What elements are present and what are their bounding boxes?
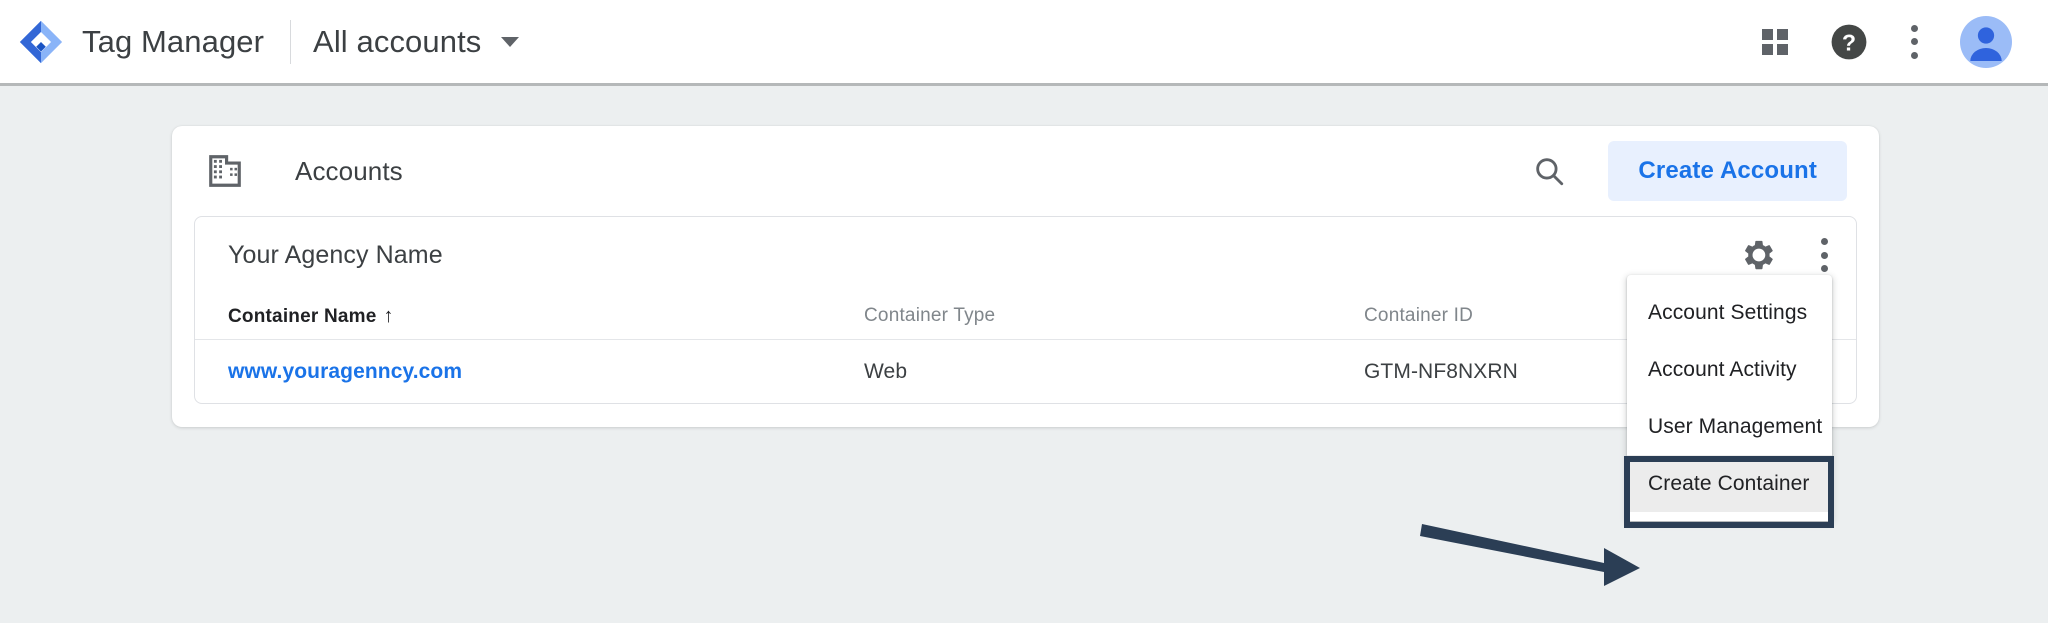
- column-header-label: Container Type: [864, 305, 996, 326]
- menu-item-create-container[interactable]: Create Container: [1627, 455, 1832, 512]
- account-panel-header: Your Agency Name: [195, 217, 1856, 293]
- help-circle-icon: ?: [1831, 24, 1867, 59]
- account-name: Your Agency Name: [228, 240, 443, 269]
- account-switcher[interactable]: All accounts: [313, 23, 520, 60]
- user-avatar-icon: [1960, 15, 2012, 68]
- container-id-value: GTM-NF8NXRN: [1364, 360, 1518, 383]
- sort-ascending-icon: ↑: [383, 304, 394, 327]
- account-switcher-label: All accounts: [313, 23, 482, 59]
- search-icon: [1536, 158, 1564, 186]
- container-name-link[interactable]: www.youragenncy.com: [228, 360, 462, 383]
- account-actions-dropdown: Account Settings Account Activity User M…: [1627, 275, 1832, 521]
- table-header-row: Container Name ↑ Container Type Container…: [195, 293, 1856, 339]
- accounts-card-header: Accounts Create Account: [172, 126, 1879, 216]
- header-divider: [290, 19, 292, 64]
- accounts-card: Accounts Create Account Your Agency Name: [172, 126, 1879, 427]
- building-icon: [209, 155, 241, 187]
- tag-manager-logo-icon: [18, 19, 64, 65]
- kebab-menu-icon: [1910, 24, 1918, 59]
- table-row[interactable]: www.youragenncy.com Web GTM-NF8NXRN: [195, 339, 1856, 404]
- account-settings-button[interactable]: [1742, 238, 1776, 272]
- account-more-button[interactable]: [1820, 238, 1828, 272]
- apps-grid-icon: [1762, 28, 1788, 55]
- avatar-button[interactable]: [1960, 15, 2012, 68]
- appbar-actions: ?: [1762, 15, 2024, 68]
- search-button[interactable]: [1532, 154, 1566, 188]
- column-header-container-name[interactable]: Container Name ↑: [228, 305, 864, 328]
- create-account-button[interactable]: Create Account: [1608, 141, 1847, 201]
- appbar-more-button[interactable]: [1910, 24, 1918, 59]
- help-button[interactable]: ?: [1830, 23, 1868, 61]
- apps-grid-button[interactable]: [1762, 28, 1788, 55]
- menu-item-account-settings[interactable]: Account Settings: [1627, 284, 1832, 341]
- account-panel: Your Agency Name Container Name ↑ Contai…: [194, 216, 1857, 404]
- arrow-right-annotation-icon: [1420, 524, 1640, 586]
- containers-table: Container Name ↑ Container Type Container…: [195, 293, 1856, 404]
- menu-item-user-management[interactable]: User Management: [1627, 398, 1832, 455]
- chevron-down-icon: [501, 36, 520, 47]
- column-header-label: Container ID: [1364, 305, 1474, 326]
- svg-text:?: ?: [1842, 29, 1856, 55]
- container-type-value: Web: [864, 360, 908, 383]
- top-app-bar: Tag Manager All accounts ?: [0, 0, 2048, 86]
- menu-item-account-activity[interactable]: Account Activity: [1627, 341, 1832, 398]
- page-body: Accounts Create Account Your Agency Name: [0, 86, 2048, 623]
- brand-area: Tag Manager: [18, 19, 264, 65]
- cell-container-name: www.youragenncy.com: [228, 360, 864, 384]
- product-title: Tag Manager: [82, 23, 265, 59]
- column-header-label: Container Name: [228, 305, 377, 327]
- column-header-container-type[interactable]: Container Type: [864, 305, 1364, 327]
- kebab-menu-icon: [1820, 238, 1828, 272]
- page-title: Accounts: [295, 155, 403, 186]
- gear-icon: [1745, 240, 1773, 270]
- cell-container-type: Web: [864, 360, 1364, 384]
